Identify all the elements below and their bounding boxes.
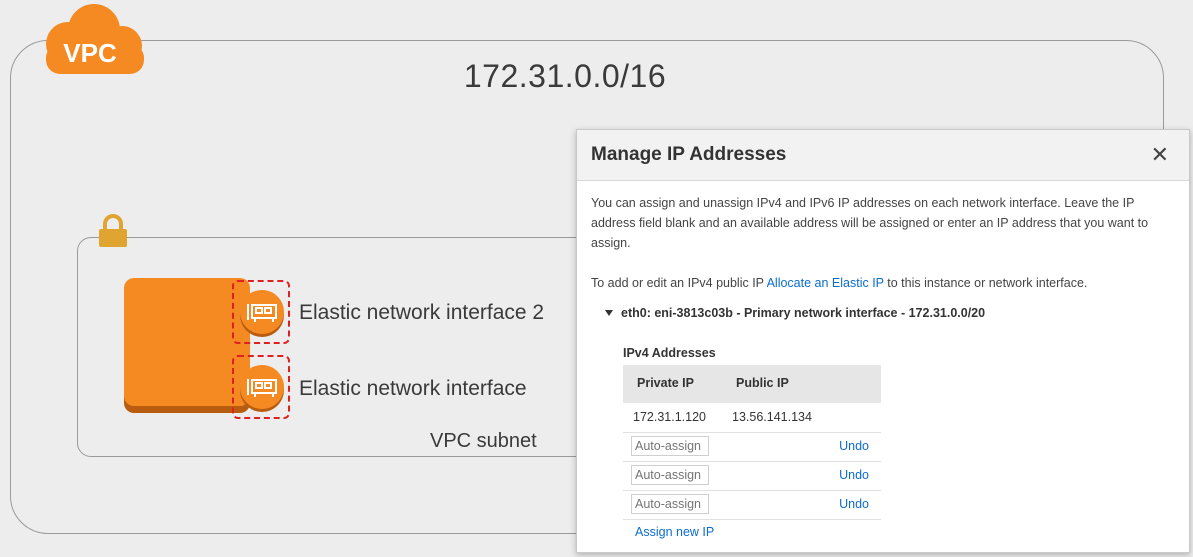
column-private-ip: Private IP <box>637 376 694 390</box>
public-ip-prefix: To add or edit an IPv4 public IP <box>591 276 764 290</box>
network-interface-icon <box>240 365 284 409</box>
private-ip-input[interactable] <box>631 465 709 485</box>
ipv4-addresses-title: IPv4 Addresses <box>623 346 716 360</box>
dialog-description: You can assign and unassign IPv4 and IPv… <box>591 196 1149 250</box>
allocate-elastic-ip-link[interactable]: Allocate an Elastic IP <box>767 276 884 290</box>
undo-link[interactable]: Undo <box>839 497 869 511</box>
dialog-title: Manage IP Addresses <box>591 144 787 165</box>
private-ip-input[interactable] <box>631 494 709 514</box>
ip-table-header: Private IP Public IP <box>623 365 881 403</box>
dialog-header: Manage IP Addresses ✕ <box>577 130 1189 181</box>
private-ip-value: 172.31.1.120 <box>633 410 706 424</box>
undo-link[interactable]: Undo <box>839 468 869 482</box>
public-ip-suffix: to this instance or network interface. <box>887 276 1088 290</box>
table-row: 172.31.1.120 13.56.141.134 <box>623 403 881 433</box>
undo-link[interactable]: Undo <box>839 439 869 453</box>
vpc-cidr-label: 172.31.0.0/16 <box>463 58 667 94</box>
assign-new-ip-link[interactable]: Assign new IP <box>635 525 714 539</box>
manage-ip-addresses-dialog: Manage IP Addresses ✕ You can assign and… <box>576 129 1190 553</box>
column-public-ip: Public IP <box>736 376 789 390</box>
table-row: Undo <box>623 461 881 491</box>
table-row: Undo <box>623 432 881 462</box>
public-ip-value: 13.56.141.134 <box>732 410 812 424</box>
vpc-cloud-icon: VPC <box>46 4 144 74</box>
lock-icon <box>99 214 127 247</box>
table-row: Undo <box>623 490 881 520</box>
eni-1-label: Elastic network interface <box>299 377 527 400</box>
caret-down-icon[interactable] <box>605 310 613 316</box>
public-ip-instructions: To add or edit an IPv4 public IP Allocat… <box>591 273 1181 293</box>
vpc-subnet-label: VPC subnet <box>430 430 537 452</box>
eni-2-label: Elastic network interface 2 <box>299 301 545 324</box>
vpc-badge-label: VPC <box>63 38 117 68</box>
network-interface-icon <box>240 290 284 334</box>
close-icon[interactable]: ✕ <box>1151 142 1169 168</box>
network-interface-header[interactable]: eth0: eni-3813c03b - Primary network int… <box>621 306 985 320</box>
private-ip-input[interactable] <box>631 436 709 456</box>
